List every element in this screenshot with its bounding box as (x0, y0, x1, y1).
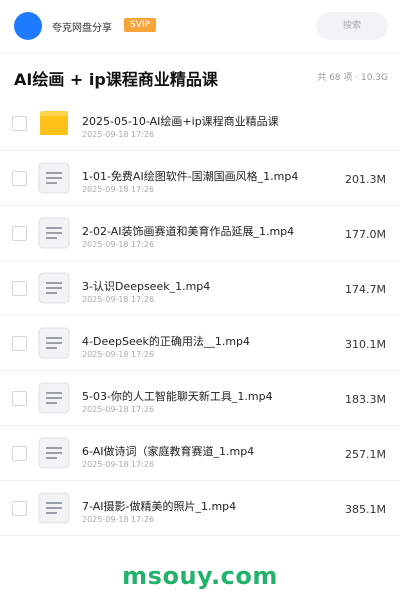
row-checkbox[interactable] (12, 446, 27, 461)
file-date: 2025-09-18 17:26 (82, 130, 155, 139)
folder-icon (38, 107, 70, 139)
file-size: 201.3M (345, 173, 386, 186)
video-file-icon (38, 437, 70, 469)
file-date: 2025-09-18 17:26 (82, 350, 155, 359)
list-item[interactable]: 1-01-免费AI绘图软件-国潮国画风格_1.mp4 2025-09-18 17… (0, 151, 400, 206)
svip-badge: SVIP (124, 18, 156, 32)
folder-meta: 共 68 项 · 10.3G (317, 73, 388, 83)
file-size: 177.0M (345, 228, 386, 241)
row-checkbox[interactable] (12, 171, 27, 186)
file-date: 2025-09-18 17:26 (82, 515, 155, 524)
row-checkbox[interactable] (12, 281, 27, 296)
row-checkbox[interactable] (12, 226, 27, 241)
list-item[interactable]: 7-AI摄影-做精美的照片_1.mp4 2025-09-18 17:26 385… (0, 481, 400, 536)
file-name: 7-AI摄影-做精美的照片_1.mp4 (82, 500, 237, 513)
video-file-icon (38, 382, 70, 414)
row-checkbox[interactable] (12, 501, 27, 516)
file-size: 385.1M (345, 503, 386, 516)
file-date: 2025-09-18 17:26 (82, 185, 155, 194)
video-file-icon (38, 492, 70, 524)
file-name: 5-03-你的人工智能聊天新工具_1.mp4 (82, 390, 273, 403)
list-item[interactable]: 2-02-AI装饰画赛道和美育作品延展_1.mp4 2025-09-18 17:… (0, 206, 400, 261)
row-checkbox[interactable] (12, 391, 27, 406)
search-input[interactable]: 搜索 (316, 12, 388, 40)
list-item[interactable]: 5-03-你的人工智能聊天新工具_1.mp4 2025-09-18 17:26 … (0, 371, 400, 426)
brand-name: 夸克网盘分享 (52, 23, 112, 34)
file-size: 310.1M (345, 338, 386, 351)
row-checkbox[interactable] (12, 336, 27, 351)
file-date: 2025-09-18 17:26 (82, 405, 155, 414)
file-size: 257.1M (345, 448, 386, 461)
file-name: 3-认识Deepseek_1.mp4 (82, 280, 211, 293)
video-file-icon (38, 217, 70, 249)
footer: msouy.com (0, 548, 400, 600)
file-name: 4-DeepSeek的正确用法__1.mp4 (82, 335, 251, 348)
folder-header: AI绘画 + ip课程商业精品课 共 68 项 · 10.3G (0, 53, 400, 98)
list-item[interactable]: 3-认识Deepseek_1.mp4 2025-09-18 17:26 174.… (0, 261, 400, 316)
file-list: 2025-05-10-AI绘画+ip课程商业精品课 2025-09-18 17:… (0, 96, 400, 536)
list-item[interactable]: 4-DeepSeek的正确用法__1.mp4 2025-09-18 17:26 … (0, 316, 400, 371)
file-name: 6-AI做诗词（家庭教育赛道_1.mp4 (82, 445, 255, 458)
top-bar: 夸克网盘分享 SVIP 搜索 (0, 0, 400, 53)
video-file-icon (38, 272, 70, 304)
file-name: 1-01-免费AI绘图软件-国潮国画风格_1.mp4 (82, 170, 299, 183)
file-size: 183.3M (345, 393, 386, 406)
page-title: AI绘画 + ip课程商业精品课 (14, 70, 218, 89)
file-name: 2-02-AI装饰画赛道和美育作品延展_1.mp4 (82, 225, 295, 238)
file-date: 2025-09-18 17:26 (82, 460, 155, 469)
file-date: 2025-09-18 17:26 (82, 240, 155, 249)
video-file-icon (38, 327, 70, 359)
file-name: 2025-05-10-AI绘画+ip课程商业精品课 (82, 115, 279, 128)
avatar[interactable] (14, 12, 42, 40)
list-item[interactable]: 2025-05-10-AI绘画+ip课程商业精品课 2025-09-18 17:… (0, 96, 400, 151)
file-date: 2025-09-18 17:26 (82, 295, 155, 304)
list-item[interactable]: 6-AI做诗词（家庭教育赛道_1.mp4 2025-09-18 17:26 25… (0, 426, 400, 481)
video-file-icon (38, 162, 70, 194)
file-size: 174.7M (345, 283, 386, 296)
row-checkbox[interactable] (12, 116, 27, 131)
watermark: msouy.com (122, 562, 278, 590)
